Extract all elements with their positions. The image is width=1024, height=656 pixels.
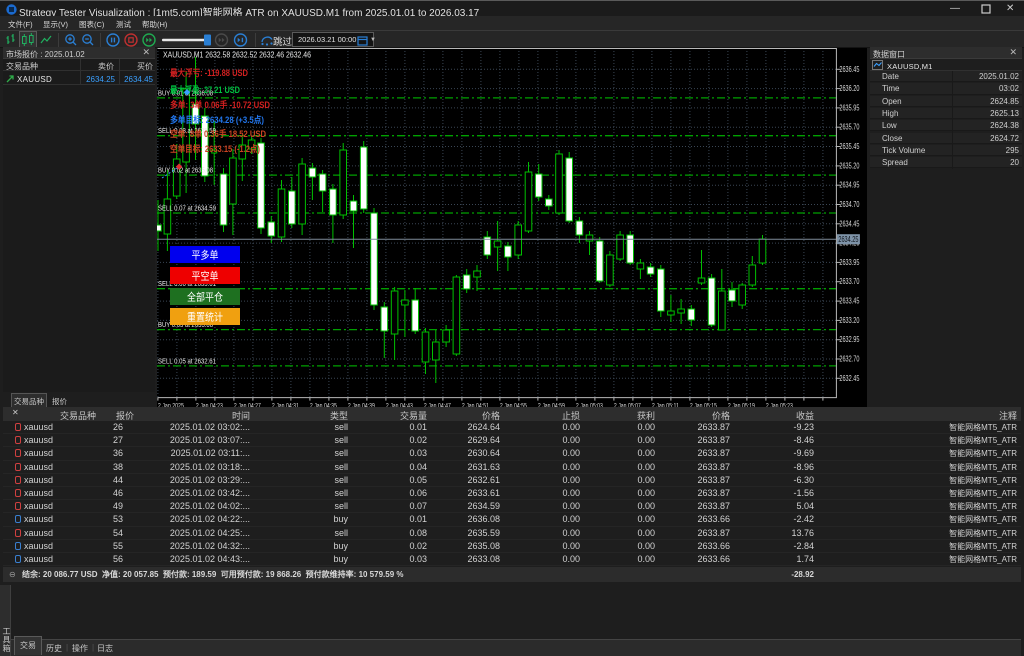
svg-text:2633.45: 2633.45 (839, 297, 859, 306)
svg-text:2633.95: 2633.95 (839, 258, 859, 267)
svg-text:2634.95: 2634.95 (839, 181, 859, 190)
svg-text:SELL 0.07 at 2634.59: SELL 0.07 at 2634.59 (158, 204, 216, 213)
svg-text:2633.70: 2633.70 (839, 277, 859, 286)
svg-text:2634.25: 2634.25 (838, 235, 858, 244)
svg-text:最大浮盈: 27.21 USD: 最大浮盈: 27.21 USD (170, 84, 240, 95)
svg-text:全部平仓: 全部平仓 (187, 291, 223, 304)
svg-text:XAUUSD,M1 2632.58 2632.52 2632: XAUUSD,M1 2632.58 2632.52 2632.46 2632.4… (163, 51, 311, 60)
svg-text:2635.45: 2635.45 (839, 142, 859, 151)
svg-text:2632.45: 2632.45 (839, 374, 859, 383)
svg-text:2635.95: 2635.95 (839, 103, 859, 112)
svg-text:平空单: 平空单 (192, 270, 219, 283)
svg-text:2635.20: 2635.20 (839, 161, 859, 170)
svg-text:2635.70: 2635.70 (839, 123, 859, 132)
svg-text:重置统计: 重置统计 (187, 311, 223, 324)
svg-text:SELL 0.05 at 2632.61: SELL 0.05 at 2632.61 (158, 356, 216, 365)
svg-text:2632.70: 2632.70 (839, 355, 859, 364)
svg-text:2633.20: 2633.20 (839, 316, 859, 325)
svg-text:BUY 0.02 at 2635.08: BUY 0.02 at 2635.08 (158, 166, 213, 175)
svg-text:空单: 8单 0.36手 18.52 USD: 空单: 8单 0.36手 18.52 USD (170, 128, 266, 139)
svg-text:平多单: 平多单 (192, 249, 219, 262)
svg-text:2634.45: 2634.45 (839, 219, 859, 228)
svg-text:空单目标: 2633.15 (-1.2点): 空单目标: 2633.15 (-1.2点) (170, 143, 260, 154)
svg-text:2634.70: 2634.70 (839, 200, 859, 209)
svg-text:多单目标: 2634.28 (+3.5点): 多单目标: 2634.28 (+3.5点) (170, 114, 264, 125)
svg-text:2636.20: 2636.20 (839, 84, 859, 93)
svg-text:2636.45: 2636.45 (839, 65, 859, 74)
svg-text:2632.95: 2632.95 (839, 335, 859, 344)
svg-text:多单: 3单 0.06手 -10.72 USD: 多单: 3单 0.06手 -10.72 USD (170, 99, 270, 110)
svg-text:最大浮亏: -119.88 USD: 最大浮亏: -119.88 USD (170, 67, 248, 78)
